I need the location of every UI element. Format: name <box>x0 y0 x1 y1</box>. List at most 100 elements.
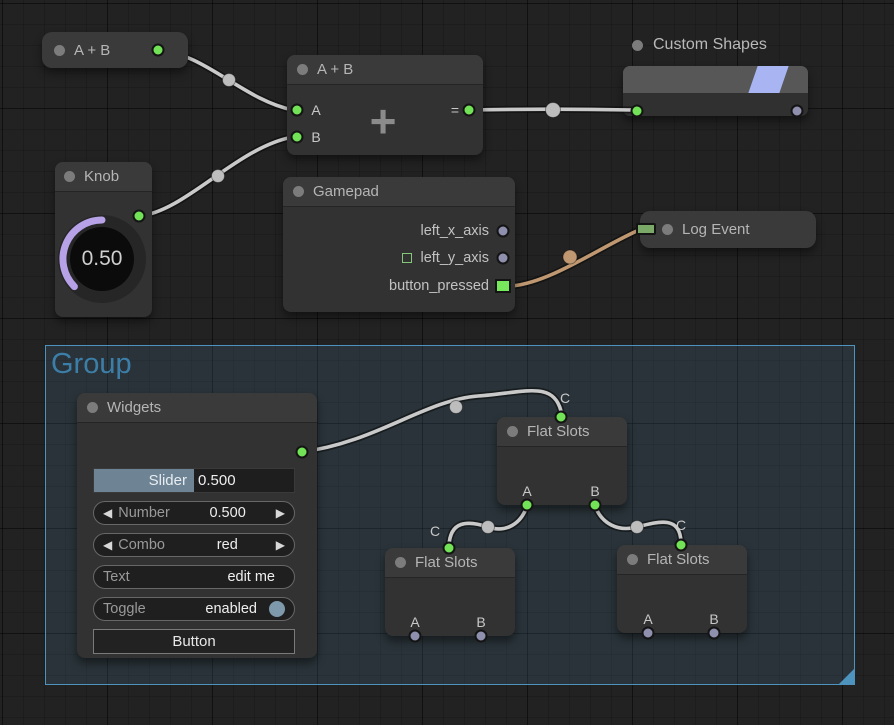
combo-widget[interactable]: ◀ Combo red ▶ <box>93 533 295 557</box>
output-slot[interactable] <box>791 105 804 118</box>
text-label: Text <box>103 569 130 585</box>
wire-gamepad-to-log-event[interactable] <box>512 230 639 286</box>
input-slot-c[interactable] <box>443 542 456 555</box>
node-editor-canvas[interactable]: Group <box>0 0 894 725</box>
output-slot-a[interactable] <box>642 627 655 640</box>
input-slot-c[interactable] <box>675 539 688 552</box>
wire-add-to-custom-shapes[interactable] <box>469 103 633 118</box>
group-resize-handle[interactable] <box>839 669 854 684</box>
output-label-b: B <box>709 611 718 627</box>
output-label-a: A <box>522 483 531 499</box>
input-slot-c[interactable] <box>555 411 568 424</box>
toggle-label: Toggle <box>103 601 146 617</box>
node-title: Flat Slots <box>647 551 710 568</box>
output-slot-left-x-axis[interactable] <box>497 225 510 238</box>
output-label-button-pressed: button_pressed <box>389 278 489 294</box>
button-widget[interactable]: Button <box>93 629 295 654</box>
node-title: A + B <box>74 42 110 59</box>
number-value: 0.500 <box>209 505 245 521</box>
collapse-dot-icon[interactable] <box>507 426 518 437</box>
combo-label: Combo <box>118 537 165 553</box>
node-knob[interactable]: Knob 0.50 <box>55 162 152 317</box>
output-label: = <box>451 102 459 118</box>
arrow-left-icon[interactable]: ◀ <box>103 506 112 520</box>
output-slot[interactable] <box>296 446 309 459</box>
output-label-b: B <box>590 483 599 499</box>
collapse-dot-icon[interactable] <box>87 402 98 413</box>
group-title: Group <box>51 348 132 381</box>
output-label-a: A <box>643 611 652 627</box>
combo-value: red <box>217 537 238 553</box>
input-slot[interactable] <box>631 105 644 118</box>
node-flat-slots-right[interactable]: C Flat Slots A B <box>617 545 747 633</box>
button-label: Button <box>172 633 215 650</box>
node-title: A + B <box>317 61 353 78</box>
output-slot-a[interactable] <box>409 630 422 643</box>
output-slot-b[interactable] <box>475 630 488 643</box>
output-slot-b[interactable] <box>708 627 721 640</box>
node-widgets[interactable]: Widgets Slider 0.500 ◀ Number 0.500 ▶ ◀ … <box>77 393 317 658</box>
collapse-dot-icon[interactable] <box>627 554 638 565</box>
node-add[interactable]: A + B A B + = <box>287 55 483 155</box>
input-slot-event[interactable] <box>636 223 656 235</box>
collapse-dot-icon[interactable] <box>662 224 673 235</box>
slider-value: 0.500 <box>198 469 236 492</box>
number-widget[interactable]: ◀ Number 0.500 ▶ <box>93 501 295 525</box>
node-title: Widgets <box>107 399 161 416</box>
node-title: Gamepad <box>313 183 379 200</box>
output-slot-button-pressed[interactable] <box>495 279 511 293</box>
collapse-dot-icon[interactable] <box>293 186 304 197</box>
collapse-dot-icon[interactable] <box>395 557 406 568</box>
output-label-a: A <box>410 614 419 630</box>
collapse-dot-icon[interactable] <box>54 45 65 56</box>
node-add-collapsed[interactable]: A + B <box>42 32 188 68</box>
input-label-b: B <box>311 129 320 145</box>
node-title: Flat Slots <box>415 554 478 571</box>
node-flat-slots-mid[interactable]: C Flat Slots A B <box>497 417 627 505</box>
input-label-a: A <box>311 102 320 118</box>
text-widget[interactable]: Text edit me <box>93 565 295 589</box>
node-title: Log Event <box>682 221 750 238</box>
arrow-left-icon[interactable]: ◀ <box>103 538 112 552</box>
node-title: Flat Slots <box>527 423 590 440</box>
number-label: Number <box>118 505 170 521</box>
toggle-widget[interactable]: Toggle enabled <box>93 597 295 621</box>
input-label-c: C <box>676 517 686 533</box>
plus-operator-icon: + <box>370 94 397 148</box>
input-slot-b[interactable] <box>291 131 304 144</box>
node-flat-slots-left[interactable]: C Flat Slots A B <box>385 548 515 636</box>
input-label-c: C <box>560 390 570 406</box>
output-slot-left-y-axis[interactable] <box>497 252 510 265</box>
square-outline-icon <box>402 253 412 263</box>
wire-knob-to-add-b[interactable] <box>139 137 293 216</box>
input-slot-a[interactable] <box>291 104 304 117</box>
output-slot-a[interactable] <box>521 499 534 512</box>
output-label-b: B <box>476 614 485 630</box>
arrow-right-icon[interactable]: ▶ <box>276 538 285 552</box>
node-log-event[interactable]: Log Event <box>640 211 816 248</box>
node-gamepad[interactable]: Gamepad left_x_axis left_y_axis button_p… <box>283 177 515 312</box>
node-title: Custom Shapes <box>653 36 767 54</box>
node-title: Knob <box>84 168 119 185</box>
output-slot[interactable] <box>463 104 476 117</box>
output-slot[interactable] <box>133 210 146 223</box>
output-slot-b[interactable] <box>589 499 602 512</box>
custom-shapes-body[interactable] <box>623 66 808 116</box>
input-label-c: C <box>430 523 440 539</box>
slider-label: Slider <box>149 472 187 489</box>
collapse-dot-icon[interactable] <box>64 171 75 182</box>
slider-widget[interactable]: Slider 0.500 <box>93 468 295 493</box>
output-label-left-y-axis: left_y_axis <box>420 250 489 266</box>
collapse-dot-icon[interactable] <box>297 64 308 75</box>
toggle-value: enabled <box>205 601 257 617</box>
toggle-knob-icon[interactable] <box>269 601 285 617</box>
output-slot[interactable] <box>152 44 165 57</box>
collapse-dot-icon[interactable] <box>632 40 643 51</box>
arrow-right-icon[interactable]: ▶ <box>276 506 285 520</box>
text-value: edit me <box>227 569 275 585</box>
knob-value: 0.50 <box>57 214 147 304</box>
node-title-row: Custom Shapes <box>632 36 767 54</box>
output-label-left-x-axis: left_x_axis <box>420 223 489 239</box>
slider-fill: Slider <box>94 469 194 492</box>
knob-widget[interactable]: 0.50 <box>57 214 147 304</box>
